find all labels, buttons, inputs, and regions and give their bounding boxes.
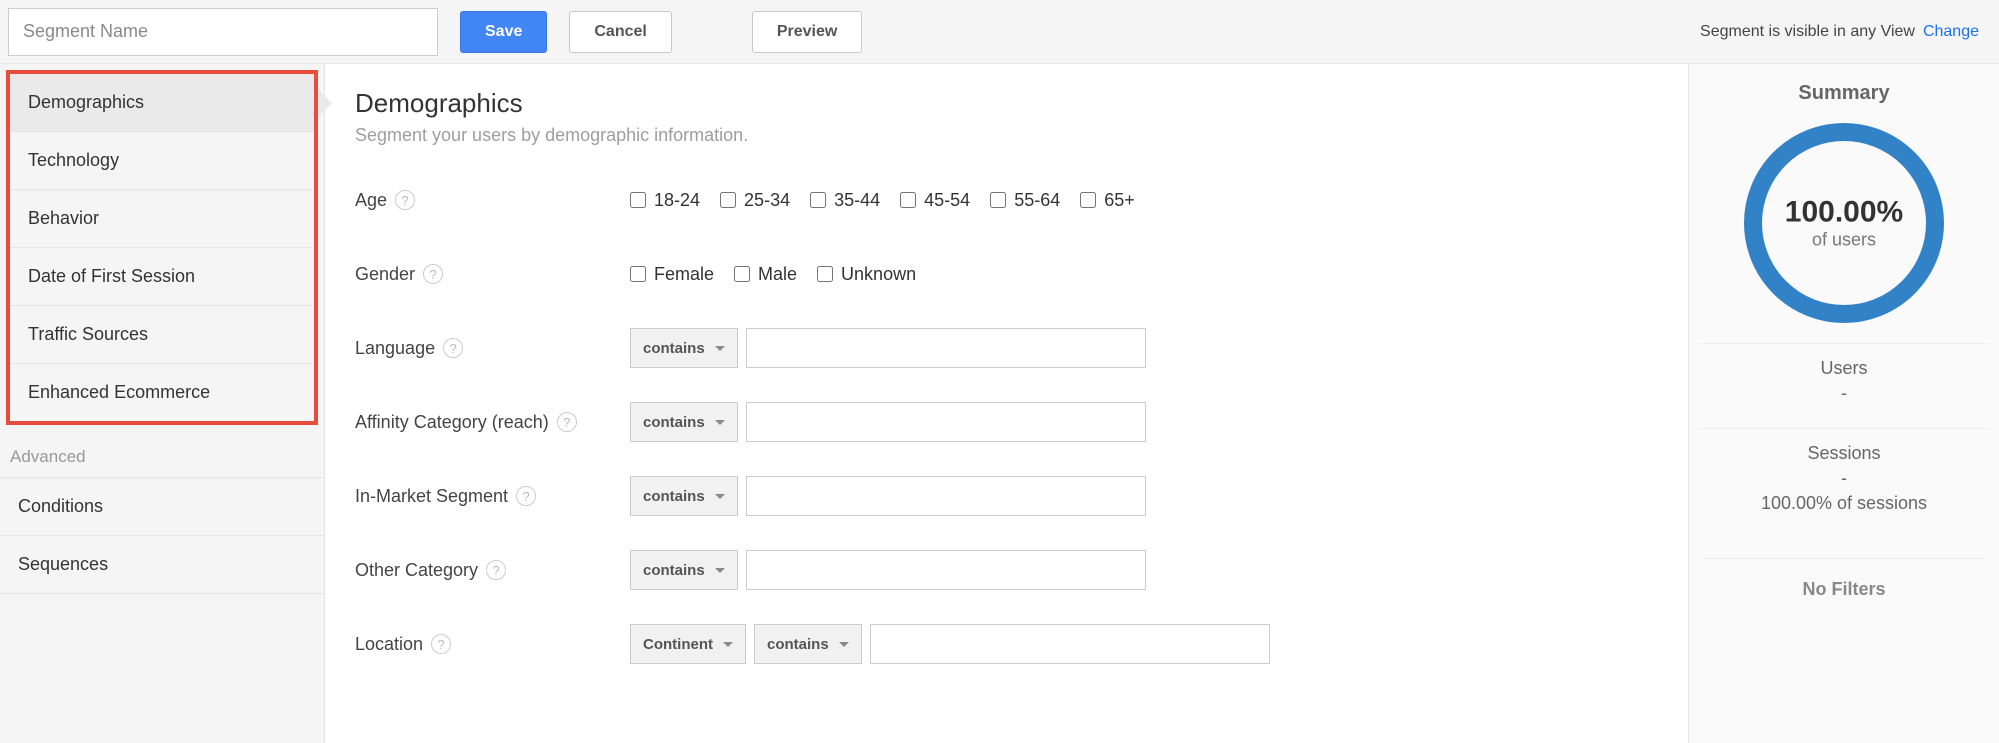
othercat-input[interactable]	[746, 550, 1146, 590]
location-operator-select[interactable]: contains	[754, 624, 862, 664]
chevron-down-icon	[715, 494, 725, 499]
othercat-operator-select[interactable]: contains	[630, 550, 738, 590]
sidebar-item-technology[interactable]: Technology	[10, 132, 314, 190]
language-operator-select[interactable]: contains	[630, 328, 738, 368]
gender-option-unknown[interactable]: Unknown	[817, 264, 916, 285]
affinity-label: Affinity Category (reach)	[355, 412, 549, 433]
checkbox[interactable]	[720, 192, 736, 208]
gender-label: Gender	[355, 264, 415, 285]
segment-visibility-text: Segment is visible in any View	[1700, 23, 1915, 41]
affinity-input[interactable]	[746, 402, 1146, 442]
othercat-row: Other Category ? contains	[355, 544, 1658, 596]
checkbox[interactable]	[900, 192, 916, 208]
language-input[interactable]	[746, 328, 1146, 368]
gender-option-male[interactable]: Male	[734, 264, 797, 285]
sidebar-item-label: Traffic Sources	[28, 324, 148, 344]
users-value: -	[1701, 383, 1987, 404]
sidebar-item-label: Date of First Session	[28, 266, 195, 286]
inmarket-operator-select[interactable]: contains	[630, 476, 738, 516]
chevron-down-icon	[723, 642, 733, 647]
summary-panel: Summary 100.00% of users Users - Session…	[1689, 64, 1999, 743]
gender-row: Gender ? Female Male Unknown	[355, 248, 1658, 300]
sessions-stat: Sessions - 100.00% of sessions	[1701, 428, 1987, 528]
sidebar-item-behavior[interactable]: Behavior	[10, 190, 314, 248]
users-label: Users	[1701, 358, 1987, 379]
age-option-25-34[interactable]: 25-34	[720, 190, 790, 211]
gender-option-female[interactable]: Female	[630, 264, 714, 285]
sidebar: Demographics Technology Behavior Date of…	[0, 64, 325, 743]
location-input[interactable]	[870, 624, 1270, 664]
sidebar-item-label: Demographics	[28, 92, 144, 112]
sidebar-item-traffic-sources[interactable]: Traffic Sources	[10, 306, 314, 364]
preview-button[interactable]: Preview	[752, 11, 862, 53]
othercat-label: Other Category	[355, 560, 478, 581]
help-icon[interactable]: ?	[395, 190, 415, 210]
summary-donut-chart: 100.00% of users	[1744, 123, 1944, 323]
help-icon[interactable]: ?	[423, 264, 443, 284]
sidebar-item-enhanced-ecommerce[interactable]: Enhanced Ecommerce	[10, 364, 314, 421]
age-option-18-24[interactable]: 18-24	[630, 190, 700, 211]
age-row: Age ? 18-24 25-34 35-44 45-54 55-64 65+	[355, 174, 1658, 226]
language-row: Language ? contains	[355, 322, 1658, 374]
users-stat: Users -	[1701, 343, 1987, 418]
age-option-65plus[interactable]: 65+	[1080, 190, 1135, 211]
sidebar-item-demographics[interactable]: Demographics	[10, 74, 314, 132]
sessions-label: Sessions	[1701, 443, 1987, 464]
age-option-55-64[interactable]: 55-64	[990, 190, 1060, 211]
sessions-pct: 100.00% of sessions	[1701, 493, 1987, 514]
location-label: Location	[355, 634, 423, 655]
sidebar-item-label: Behavior	[28, 208, 99, 228]
age-option-45-54[interactable]: 45-54	[900, 190, 970, 211]
summary-percent: 100.00%	[1785, 196, 1903, 230]
help-icon[interactable]: ?	[486, 560, 506, 580]
sidebar-item-label: Sequences	[18, 554, 108, 574]
checkbox[interactable]	[817, 266, 833, 282]
help-icon[interactable]: ?	[443, 338, 463, 358]
affinity-row: Affinity Category (reach) ? contains	[355, 396, 1658, 448]
chevron-down-icon	[715, 346, 725, 351]
checkbox[interactable]	[630, 192, 646, 208]
chevron-down-icon	[839, 642, 849, 647]
help-icon[interactable]: ?	[431, 634, 451, 654]
sidebar-item-conditions[interactable]: Conditions	[0, 478, 324, 536]
help-icon[interactable]: ?	[516, 486, 536, 506]
sidebar-item-label: Technology	[28, 150, 119, 170]
panel-title: Demographics	[355, 88, 1658, 119]
summary-percent-sub: of users	[1785, 230, 1903, 251]
age-label: Age	[355, 190, 387, 211]
cancel-button[interactable]: Cancel	[569, 11, 671, 53]
checkbox[interactable]	[990, 192, 1006, 208]
chevron-down-icon	[715, 568, 725, 573]
sidebar-item-label: Enhanced Ecommerce	[28, 382, 210, 402]
inmarket-input[interactable]	[746, 476, 1146, 516]
chevron-down-icon	[715, 420, 725, 425]
inmarket-row: In-Market Segment ? contains	[355, 470, 1658, 522]
summary-title: Summary	[1701, 82, 1987, 105]
sidebar-item-first-session[interactable]: Date of First Session	[10, 248, 314, 306]
checkbox[interactable]	[810, 192, 826, 208]
no-filters-label: No Filters	[1701, 558, 1987, 600]
segment-name-input[interactable]	[8, 8, 438, 56]
save-button[interactable]: Save	[460, 11, 547, 53]
sidebar-item-sequences[interactable]: Sequences	[0, 536, 324, 594]
age-option-35-44[interactable]: 35-44	[810, 190, 880, 211]
affinity-operator-select[interactable]: contains	[630, 402, 738, 442]
main-panel: Demographics Segment your users by demog…	[325, 64, 1689, 743]
panel-subtitle: Segment your users by demographic inform…	[355, 125, 1658, 146]
location-row: Location ? Continent contains	[355, 618, 1658, 670]
checkbox[interactable]	[1080, 192, 1096, 208]
sidebar-highlight-box: Demographics Technology Behavior Date of…	[6, 70, 318, 425]
location-dimension-select[interactable]: Continent	[630, 624, 746, 664]
sessions-value: -	[1701, 468, 1987, 489]
checkbox[interactable]	[734, 266, 750, 282]
change-visibility-link[interactable]: Change	[1923, 23, 1979, 41]
sidebar-item-label: Conditions	[18, 496, 103, 516]
inmarket-label: In-Market Segment	[355, 486, 508, 507]
topbar: Save Cancel Preview Segment is visible i…	[0, 0, 1999, 64]
help-icon[interactable]: ?	[557, 412, 577, 432]
language-label: Language	[355, 338, 435, 359]
advanced-section-label: Advanced	[0, 431, 324, 478]
checkbox[interactable]	[630, 266, 646, 282]
